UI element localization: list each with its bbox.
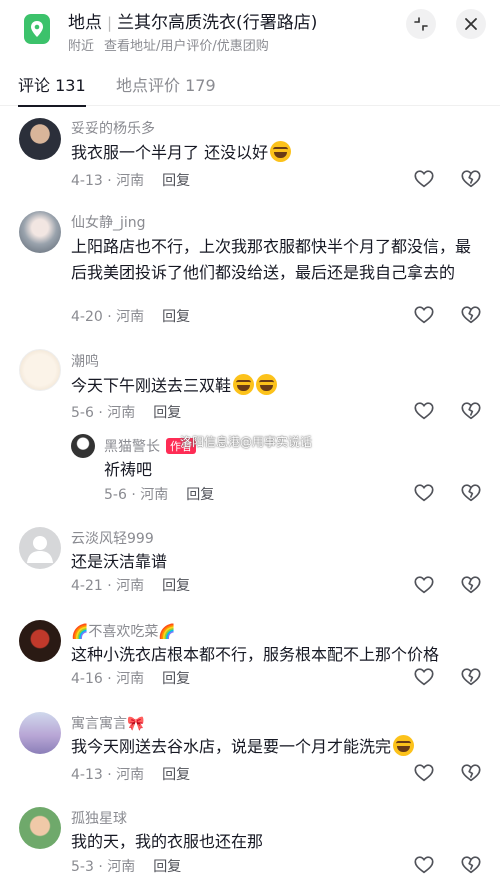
reply-button[interactable]: 回复: [162, 767, 190, 783]
dislike-heart-icon[interactable]: [460, 666, 482, 688]
comment-date-location: 4-21 · 河南: [71, 578, 145, 594]
laughing-emoji-icon: [393, 735, 415, 756]
like-heart-icon[interactable]: [413, 482, 435, 504]
default-avatar-icon: [27, 536, 53, 563]
comment-username[interactable]: 妥妥的杨乐多: [71, 118, 155, 138]
comment-date-location: 4-20 · 河南: [71, 309, 145, 325]
comment-date-location: 4-13 · 河南: [71, 173, 145, 189]
nearby-label: 附近: [68, 39, 95, 54]
avatar[interactable]: [19, 211, 61, 253]
comment-item: 妥妥的杨乐多 我衣服一个半月了 还没以好 4-13 · 河南 回复: [0, 114, 500, 204]
avatar[interactable]: [19, 712, 61, 754]
reply-button[interactable]: 回复: [162, 578, 190, 594]
dislike-heart-icon[interactable]: [460, 854, 482, 876]
avatar[interactable]: [19, 349, 61, 391]
like-heart-icon[interactable]: [413, 400, 435, 422]
reply-button[interactable]: 回复: [186, 487, 214, 503]
reply-button[interactable]: 回复: [162, 671, 190, 687]
comment-username[interactable]: 🌈不喜欢吃菜🌈: [71, 621, 176, 641]
dislike-heart-icon[interactable]: [460, 304, 482, 326]
avatar[interactable]: [71, 434, 95, 458]
like-heart-icon[interactable]: [413, 574, 435, 596]
like-heart-icon[interactable]: [413, 762, 435, 784]
comment-item: 孤独星球 我的天，我的衣服也还在那 5-3 · 河南 回复: [0, 807, 500, 880]
comment-username[interactable]: 孤独星球: [71, 808, 127, 828]
laughing-emoji-icon: [270, 141, 292, 162]
comment-username[interactable]: 云淡风轻999: [71, 528, 154, 548]
avatar[interactable]: [19, 807, 61, 849]
comment-text: 今天下午刚送去三双鞋: [71, 373, 483, 399]
comment-text: 上阳路店也不行，上次我那衣服都快半个月了都没信，最后我美团投诉了他们都没给送，最…: [71, 237, 472, 282]
avatar[interactable]: [19, 527, 61, 569]
comment-meta: 4-13 · 河南 回复: [71, 170, 190, 190]
comment-meta: 4-20 · 河南 回复: [71, 306, 190, 326]
laughing-emoji-icon: [256, 374, 278, 395]
watermark: 洛阳信息港@用事实说话: [180, 435, 313, 449]
comment-text: 我衣服一个半月了 还没以好: [71, 140, 483, 166]
comment-date-location: 5-6 · 河南: [71, 405, 136, 421]
comment-text: 这种小洗衣店根本都不行，服务根本配不上那个价格: [71, 645, 440, 664]
comment-text: 我今天刚送去谷水店，说是要一个月才能洗完: [71, 734, 483, 760]
tab-place-reviews[interactable]: 地点评价 179: [116, 72, 216, 96]
reply-text: 祈祷吧: [104, 460, 153, 479]
comment-username[interactable]: 仙女静_jing: [71, 212, 146, 232]
dislike-heart-icon[interactable]: [460, 762, 482, 784]
collapse-icon: [414, 17, 428, 31]
comment-item: 仙女静_jing 上阳路店也不行，上次我那衣服都快半个月了都没信，最后我美团投诉…: [0, 207, 500, 337]
comment-date-location: 4-13 · 河南: [71, 767, 145, 783]
laughing-emoji-icon: [233, 374, 255, 395]
comment-item: 寓言寓言🎀 我今天刚送去谷水店，说是要一个月才能洗完 4-13 · 河南 回复: [0, 712, 500, 792]
dislike-heart-icon[interactable]: [460, 482, 482, 504]
tab-comments[interactable]: 评论 131: [18, 72, 86, 107]
comment-username[interactable]: 潮鸣: [71, 351, 99, 371]
comment-date-location: 5-6 · 河南: [104, 487, 169, 503]
comment-meta: 4-21 · 河南 回复: [71, 575, 190, 595]
collapse-button[interactable]: [406, 9, 436, 39]
reply-button[interactable]: 回复: [162, 173, 190, 189]
place-subtitle: 附近 查看地址/用户评价/优惠团购: [68, 35, 269, 54]
comment-username[interactable]: 寓言寓言🎀: [71, 713, 144, 733]
dislike-heart-icon[interactable]: [460, 168, 482, 190]
comment-item: 潮鸣 今天下午刚送去三双鞋 5-6 · 河南 回复: [0, 349, 500, 429]
dislike-heart-icon[interactable]: [460, 400, 482, 422]
comment-text: 还是沃洁靠谱: [71, 552, 168, 571]
reply-meta: 5-6 · 河南 回复: [104, 484, 214, 504]
place-title[interactable]: 地点 | 兰其尔高质洗衣(行署路店): [68, 8, 317, 33]
avatar[interactable]: [19, 118, 61, 160]
comment-meta: 4-16 · 河南 回复: [71, 668, 190, 688]
dislike-heart-icon[interactable]: [460, 574, 482, 596]
comment-meta: 4-13 · 河南 回复: [71, 764, 190, 784]
place-header: 地点 | 兰其尔高质洗衣(行署路店) 附近 查看地址/用户评价/优惠团购: [0, 0, 500, 62]
reply-button[interactable]: 回复: [153, 859, 181, 875]
comment-meta: 5-6 · 河南 回复: [71, 402, 181, 422]
like-heart-icon[interactable]: [413, 854, 435, 876]
comment-date-location: 4-16 · 河南: [71, 671, 145, 687]
avatar[interactable]: [19, 620, 61, 662]
like-heart-icon[interactable]: [413, 168, 435, 190]
place-name: 兰其尔高质洗衣(行署路店): [117, 13, 318, 33]
comment-meta: 5-3 · 河南 回复: [71, 856, 181, 876]
location-pin-icon: [24, 14, 50, 44]
close-button[interactable]: [456, 9, 486, 39]
reply-button[interactable]: 回复: [162, 309, 190, 325]
tab-bar: 评论 131 地点评价 179: [0, 62, 500, 107]
comment-text: 我的天，我的衣服也还在那: [71, 832, 264, 851]
like-heart-icon[interactable]: [413, 666, 435, 688]
place-links[interactable]: 查看地址/用户评价/优惠团购: [104, 39, 269, 54]
comment-item: 云淡风轻999 还是沃洁靠谱 4-21 · 河南 回复: [0, 527, 500, 607]
close-icon: [465, 18, 477, 30]
comment-item: 🌈不喜欢吃菜🌈 这种小洗衣店根本都不行，服务根本配不上那个价格 4-16 · 河…: [0, 620, 500, 700]
place-kind: 地点: [68, 13, 102, 33]
comment-date-location: 5-3 · 河南: [71, 859, 136, 875]
like-heart-icon[interactable]: [413, 304, 435, 326]
reply-button[interactable]: 回复: [153, 405, 181, 421]
